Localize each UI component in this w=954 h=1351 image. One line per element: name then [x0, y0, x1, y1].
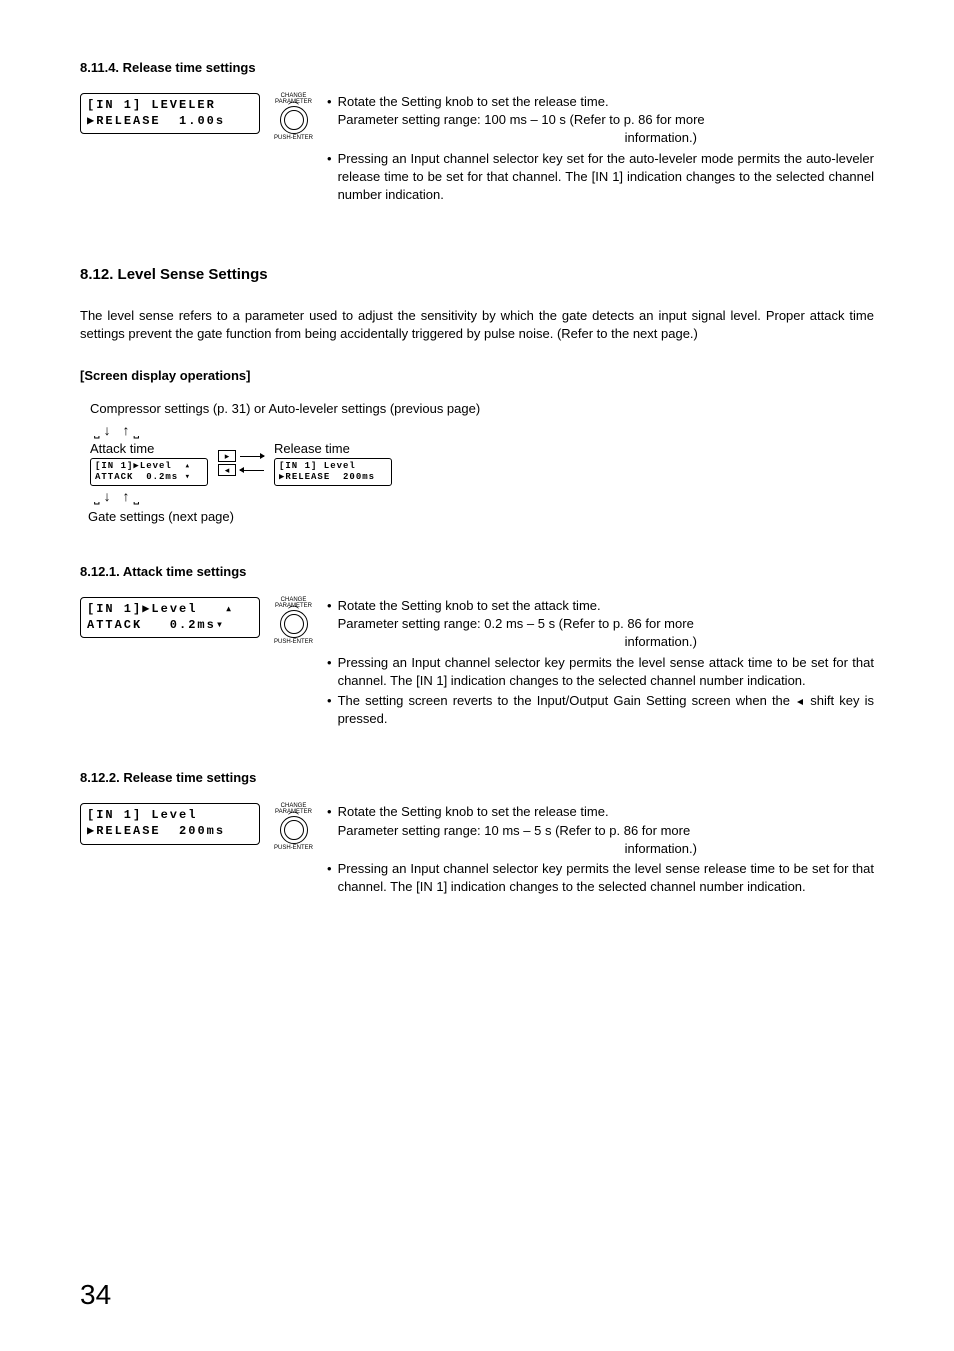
page-number: 34 — [80, 1279, 111, 1311]
bullet-icon: • — [327, 150, 332, 205]
param-info: information.) — [448, 129, 874, 147]
knob-arrow-icon: ⌒ — [288, 813, 299, 824]
knob-icon: ⌒ — [280, 610, 308, 638]
section-8-11-4: 8.11.4. Release time settings [IN 1] LEV… — [80, 60, 874, 206]
flow-arrows: ▸ ◂ — [218, 450, 264, 476]
intro-para: The level sense refers to a parameter us… — [80, 307, 874, 343]
left-shift-icon — [797, 699, 803, 705]
param-range: Parameter setting range: 10 ms – 5 s (Re… — [338, 822, 874, 840]
lcd-line1: [IN 1] LEVELER — [87, 98, 216, 112]
bullet-text: Rotate the Setting knob to set the attac… — [338, 598, 601, 613]
heading-8-12-2: 8.12.2. Release time settings — [80, 770, 874, 785]
knob-label-bottom: PUSH-ENTER — [274, 135, 313, 141]
param-range: Parameter setting range: 100 ms – 10 s (… — [338, 111, 874, 129]
attack-time-label: Attack time — [90, 441, 208, 456]
lcd-sm-l2: ATTACK 0.2ms ▾ — [95, 472, 191, 482]
right-key-icon: ▸ — [218, 450, 236, 462]
lcd-line2: ATTACK 0.2ms▾ — [87, 618, 225, 632]
param-info: information.) — [448, 633, 874, 651]
bullet-text: Pressing an Input channel selector key s… — [338, 150, 874, 205]
bullet-text: Rotate the Setting knob to set the relea… — [338, 804, 609, 819]
lcd-attack-sm: [IN 1]▶Level ▴ ATTACK 0.2ms ▾ — [90, 458, 208, 487]
bullet-icon: • — [327, 692, 332, 728]
lcd-line1: [IN 1] Level — [87, 808, 197, 822]
section-8-12: 8.12. Level Sense Settings The level sen… — [80, 266, 874, 524]
knob-widget: CHANGE PARAMETER ⌒ PUSH-ENTER — [274, 803, 313, 851]
bullet-text: Pressing an Input channel selector key p… — [338, 860, 874, 896]
nav-icons-bottom: ⎵↓ ↑⎵ — [94, 488, 874, 505]
knob-label-bottom: PUSH-ENTER — [274, 845, 313, 851]
flow-diagram: Compressor settings (p. 31) or Auto-leve… — [80, 401, 874, 525]
arrow-right-icon — [240, 456, 264, 457]
lcd-release: [IN 1] Level ▶RELEASE 200ms — [80, 803, 260, 844]
flow-top-label: Compressor settings (p. 31) or Auto-leve… — [90, 401, 874, 416]
flow-inner: Attack time [IN 1]▶Level ▴ ATTACK 0.2ms … — [90, 441, 874, 487]
section-8-12-1: 8.12.1. Attack time settings [IN 1]▶Leve… — [80, 564, 874, 730]
lcd-sm-l2: ▶RELEASE 200ms — [279, 472, 375, 482]
section-8-12-2: 8.12.2. Release time settings [IN 1] Lev… — [80, 770, 874, 898]
row-release: [IN 1] Level ▶RELEASE 200ms CHANGE PARAM… — [80, 803, 874, 898]
arrow-left-icon — [240, 470, 264, 471]
heading-8-11-4: 8.11.4. Release time settings — [80, 60, 874, 75]
row-attack: [IN 1]▶Level ▴ ATTACK 0.2ms▾ CHANGE PARA… — [80, 597, 874, 730]
bullets-8-12-2: • Rotate the Setting knob to set the rele… — [327, 803, 874, 898]
release-time-label: Release time — [274, 441, 392, 456]
bullets-8-11-4: • Rotate the Setting knob to set the rele… — [327, 93, 874, 206]
knob-icon: ⌒ — [280, 816, 308, 844]
gate-label: Gate settings (next page) — [88, 509, 874, 524]
knob-widget: CHANGE PARAMETER ⌒ PUSH-ENTER — [274, 597, 313, 645]
left-key-icon: ◂ — [218, 464, 236, 476]
bullet-text: Pressing an Input channel selector key p… — [338, 654, 874, 690]
lcd-line2: ▶RELEASE 200ms — [87, 824, 225, 838]
lcd-line1: [IN 1]▶Level ▴ — [87, 602, 234, 616]
knob-label-bottom: PUSH-ENTER — [274, 639, 313, 645]
row-release-leveler: [IN 1] LEVELER ▶RELEASE 1.00s CHANGE PAR… — [80, 93, 874, 206]
param-info: information.) — [448, 840, 874, 858]
screen-ops-heading: [Screen display operations] — [80, 368, 874, 383]
param-range: Parameter setting range: 0.2 ms – 5 s (R… — [338, 615, 874, 633]
bullet-icon: • — [327, 654, 332, 690]
lcd-release-sm: [IN 1] Level ▶RELEASE 200ms — [274, 458, 392, 487]
lcd-sm-l1: [IN 1] Level — [279, 461, 356, 471]
lcd-attack: [IN 1]▶Level ▴ ATTACK 0.2ms▾ — [80, 597, 260, 638]
bullet-icon: • — [327, 93, 332, 148]
lcd-sm-l1: [IN 1]▶Level ▴ — [95, 461, 191, 471]
flow-right: Release time [IN 1] Level ▶RELEASE 200ms — [274, 441, 392, 487]
lcd-leveler-release: [IN 1] LEVELER ▶RELEASE 1.00s — [80, 93, 260, 134]
knob-arrow-icon: ⌒ — [288, 607, 299, 618]
knob-arrow-icon: ⌒ — [288, 103, 299, 114]
lcd-line2: ▶RELEASE 1.00s — [87, 114, 225, 128]
bullet-text: Rotate the Setting knob to set the relea… — [338, 94, 609, 109]
bullets-8-12-1: • Rotate the Setting knob to set the atta… — [327, 597, 874, 730]
heading-8-12: 8.12. Level Sense Settings — [80, 266, 874, 283]
bullet-icon: • — [327, 597, 332, 652]
knob-icon: ⌒ — [280, 106, 308, 134]
bullet-icon: • — [327, 803, 332, 858]
nav-icons-top: ⎵↓ ↑⎵ — [94, 422, 874, 439]
flow-left: Attack time [IN 1]▶Level ▴ ATTACK 0.2ms … — [90, 441, 208, 487]
bullet-icon: • — [327, 860, 332, 896]
bullet-text-a: The setting screen reverts to the Input/… — [338, 693, 796, 708]
knob-widget: CHANGE PARAMETER ⌒ PUSH-ENTER — [274, 93, 313, 141]
heading-8-12-1: 8.12.1. Attack time settings — [80, 564, 874, 579]
